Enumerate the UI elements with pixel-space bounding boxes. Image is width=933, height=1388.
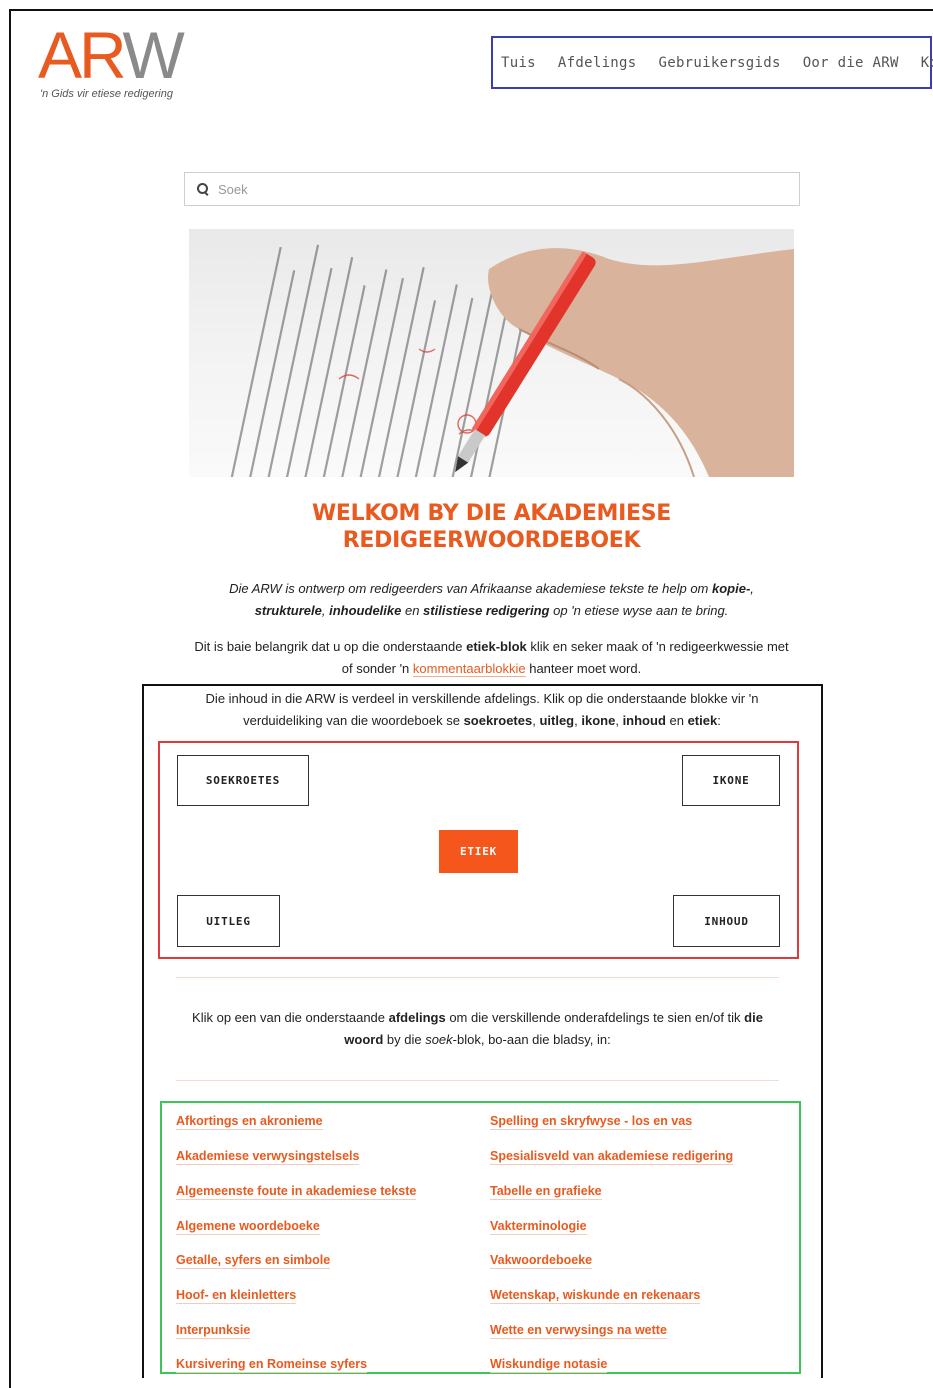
- etiek-button[interactable]: ETIEK: [439, 830, 518, 873]
- sections-intro: Die inhoud in die ARW is verdeel in vers…: [205, 691, 759, 728]
- dept-link-wette[interactable]: Wette en verwysings na wette: [490, 1323, 667, 1339]
- title-line-1: WELKOM BY DIE AKADEMIESE: [311, 501, 672, 526]
- logo-wordmark: ARW: [38, 18, 185, 92]
- dept-link-afkortings[interactable]: Afkortings en akronieme: [176, 1114, 323, 1130]
- dept-link-interpunksie[interactable]: Interpunksie: [176, 1323, 251, 1339]
- main-nav: Tuis Afdelings Gebruikersgids Oor die AR…: [491, 36, 933, 89]
- departments-intro: Klik op een van die onderstaande afdelin…: [192, 1010, 763, 1047]
- nav-item-afdelings[interactable]: Afdelings: [558, 55, 637, 71]
- nav-item-kontak[interactable]: Kontak: [921, 55, 933, 71]
- divider: [176, 1080, 779, 1081]
- departments-panel: [160, 1101, 801, 1374]
- search-icon: [197, 183, 209, 195]
- dept-link-tabelle[interactable]: Tabelle en grafieke: [490, 1184, 602, 1200]
- site-logo[interactable]: ARW 'n Gids vir etiese redigering: [38, 18, 208, 100]
- dept-link-getalle[interactable]: Getalle, syfers en simbole: [176, 1253, 331, 1269]
- logo-tagline: 'n Gids vir etiese redigering: [40, 88, 173, 100]
- nav-item-tuis[interactable]: Tuis: [501, 55, 536, 71]
- divider: [176, 977, 779, 978]
- kommentaarblokkie-link[interactable]: kommentaarblokkie: [412, 661, 526, 677]
- nav-item-gebruikersgids[interactable]: Gebruikersgids: [658, 55, 780, 71]
- dept-link-vakwoordeboeke[interactable]: Vakwoordeboeke: [490, 1253, 593, 1269]
- soekroetes-button[interactable]: SOEKROETES: [177, 755, 309, 806]
- ikone-button[interactable]: IKONE: [682, 755, 780, 806]
- dept-link-algemeenste-foute[interactable]: Algemeenste foute in akademiese tekste: [176, 1184, 417, 1200]
- intro-paragraph: Die ARW is ontwerp om redigeerders van A…: [229, 581, 754, 618]
- dept-link-wetenskap[interactable]: Wetenskap, wiskunde en rekenaars: [490, 1288, 701, 1304]
- hero-image: [189, 229, 794, 477]
- search-bar: [184, 172, 800, 206]
- dept-link-vakterminologie[interactable]: Vakterminologie: [490, 1219, 587, 1235]
- dept-link-hoofletters[interactable]: Hoof- en kleinletters: [176, 1288, 297, 1304]
- uitleg-button[interactable]: UITLEG: [177, 895, 280, 947]
- dept-link-verwysingstelsels[interactable]: Akademiese verwysingstelsels: [176, 1149, 360, 1165]
- dept-link-wiskundige-notasie[interactable]: Wiskundige notasie: [490, 1357, 608, 1373]
- dept-link-spesialisveld[interactable]: Spesialisveld van akademiese redigering: [490, 1149, 734, 1165]
- search-input[interactable]: [218, 181, 778, 197]
- inhoud-button[interactable]: INHOUD: [673, 895, 780, 947]
- page-title: WELKOM BY DIE AKADEMIESE REDIGEERWOORDEB…: [189, 500, 794, 554]
- nav-item-oor-die-arw[interactable]: Oor die ARW: [803, 55, 899, 71]
- dept-link-spelling[interactable]: Spelling en skryfwyse - los en vas: [490, 1114, 693, 1130]
- hero-illustration: [217, 244, 794, 477]
- dept-link-algemene-woordeboeke[interactable]: Algemene woordeboeke: [176, 1219, 320, 1235]
- ethics-notice: Dit is baie belangrik dat u op die onder…: [194, 639, 789, 677]
- dept-link-kursivering[interactable]: Kursivering en Romeinse syfers: [176, 1357, 368, 1373]
- title-line-2: REDIGEERWOORDEBOEK: [342, 528, 641, 553]
